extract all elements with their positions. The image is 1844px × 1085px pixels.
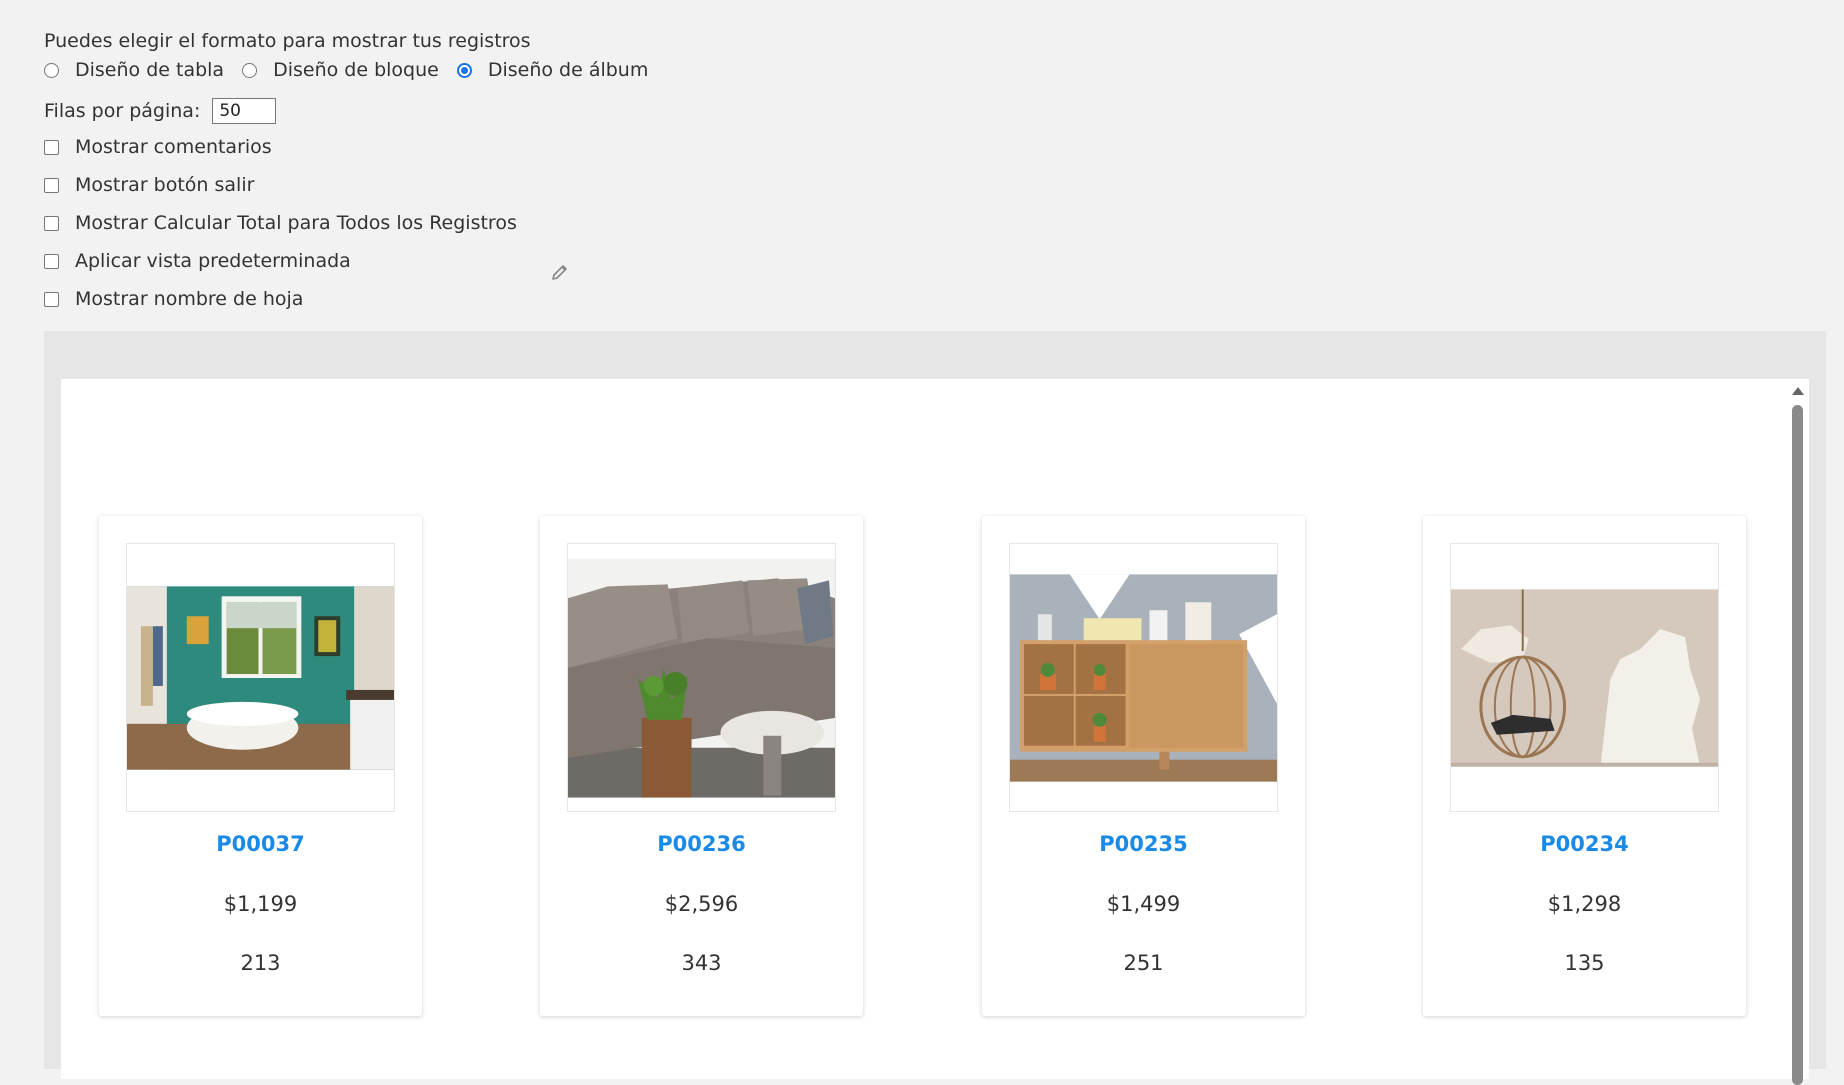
- radio-circle[interactable]: [242, 62, 258, 78]
- album-card[interactable]: P00234 $1,298 135: [1423, 516, 1746, 1016]
- album-card[interactable]: P00236 $2,596 343: [540, 516, 863, 1016]
- scrollbar-thumb[interactable]: [1792, 405, 1803, 1085]
- product-quantity: 251: [1123, 951, 1164, 975]
- rows-per-page-input[interactable]: [212, 98, 277, 124]
- show-exit-button-option[interactable]: Mostrar botón salir: [44, 166, 744, 204]
- checkbox[interactable]: [44, 253, 59, 269]
- sofa-photo: [568, 557, 835, 798]
- scroll-up-arrow-icon[interactable]: [1792, 387, 1804, 395]
- hanging-chair-photo: [1451, 588, 1718, 767]
- radio-circle[interactable]: [456, 62, 472, 78]
- layout-album-radio[interactable]: Diseño de álbum: [456, 59, 649, 81]
- album-container: P00037 $1,199 213 P00236 $2,596 343 P002…: [61, 379, 1809, 1085]
- show-exit-button-label: Mostrar botón salir: [75, 174, 255, 196]
- layout-block-radio[interactable]: Diseño de bloque: [242, 59, 439, 81]
- product-quantity: 135: [1564, 951, 1605, 975]
- show-sheet-name-option[interactable]: Mostrar nombre de hoja: [44, 280, 744, 318]
- rows-per-page-label: Filas por página:: [44, 100, 201, 122]
- product-code[interactable]: P00234: [1423, 832, 1746, 856]
- product-price: $1,298: [1547, 892, 1622, 916]
- layout-options: Diseño de tabla Diseño de bloque Diseño …: [44, 56, 744, 84]
- checkbox[interactable]: [44, 215, 59, 231]
- product-quantity: 213: [240, 951, 281, 975]
- settings-intro: Puedes elegir el formato para mostrar tu…: [44, 30, 531, 52]
- show-comments-option[interactable]: Mostrar comentarios: [44, 128, 744, 166]
- layout-table-radio[interactable]: Diseño de tabla: [44, 59, 224, 81]
- product-image: [1009, 543, 1278, 812]
- checkbox[interactable]: [44, 177, 59, 193]
- show-calculate-total-label: Mostrar Calcular Total para Todos los Re…: [75, 212, 517, 234]
- apply-default-view-option[interactable]: Aplicar vista predeterminada: [44, 242, 744, 280]
- layout-block-label: Diseño de bloque: [273, 59, 439, 81]
- show-sheet-name-label: Mostrar nombre de hoja: [75, 288, 304, 310]
- checkbox[interactable]: [44, 291, 59, 307]
- option-checkboxes: Mostrar comentarios Mostrar botón salir …: [44, 128, 744, 318]
- product-image: [1450, 543, 1719, 812]
- product-price: $1,199: [223, 892, 298, 916]
- show-comments-label: Mostrar comentarios: [75, 136, 272, 158]
- product-code[interactable]: P00236: [540, 832, 863, 856]
- layout-table-label: Diseño de tabla: [75, 59, 225, 81]
- album-preview-area: P00037 $1,199 213 P00236 $2,596 343 P002…: [44, 331, 1826, 1085]
- rows-per-page: Filas por página:: [44, 98, 744, 124]
- radio-circle[interactable]: [44, 62, 59, 78]
- checkbox[interactable]: [44, 139, 59, 155]
- product-price: $2,596: [664, 892, 739, 916]
- product-price: $1,499: [1106, 892, 1181, 916]
- product-code[interactable]: P00037: [99, 832, 422, 856]
- display-settings: Puedes elegir el formato para mostrar tu…: [44, 26, 744, 318]
- sideboard-photo: [1010, 573, 1277, 782]
- pencil-icon[interactable]: [550, 262, 570, 282]
- bathroom-photo: [127, 585, 394, 770]
- apply-default-view-label: Aplicar vista predeterminada: [75, 250, 351, 272]
- layout-album-label: Diseño de álbum: [487, 59, 649, 81]
- product-quantity: 343: [681, 951, 722, 975]
- album-card[interactable]: P00235 $1,499 251: [982, 516, 1305, 1016]
- product-image: [567, 543, 836, 812]
- vertical-scrollbar[interactable]: [1789, 379, 1805, 1085]
- product-code[interactable]: P00235: [982, 832, 1305, 856]
- show-calculate-total-option[interactable]: Mostrar Calcular Total para Todos los Re…: [44, 204, 744, 242]
- album-card[interactable]: P00037 $1,199 213: [99, 516, 422, 1016]
- product-image: [126, 543, 395, 812]
